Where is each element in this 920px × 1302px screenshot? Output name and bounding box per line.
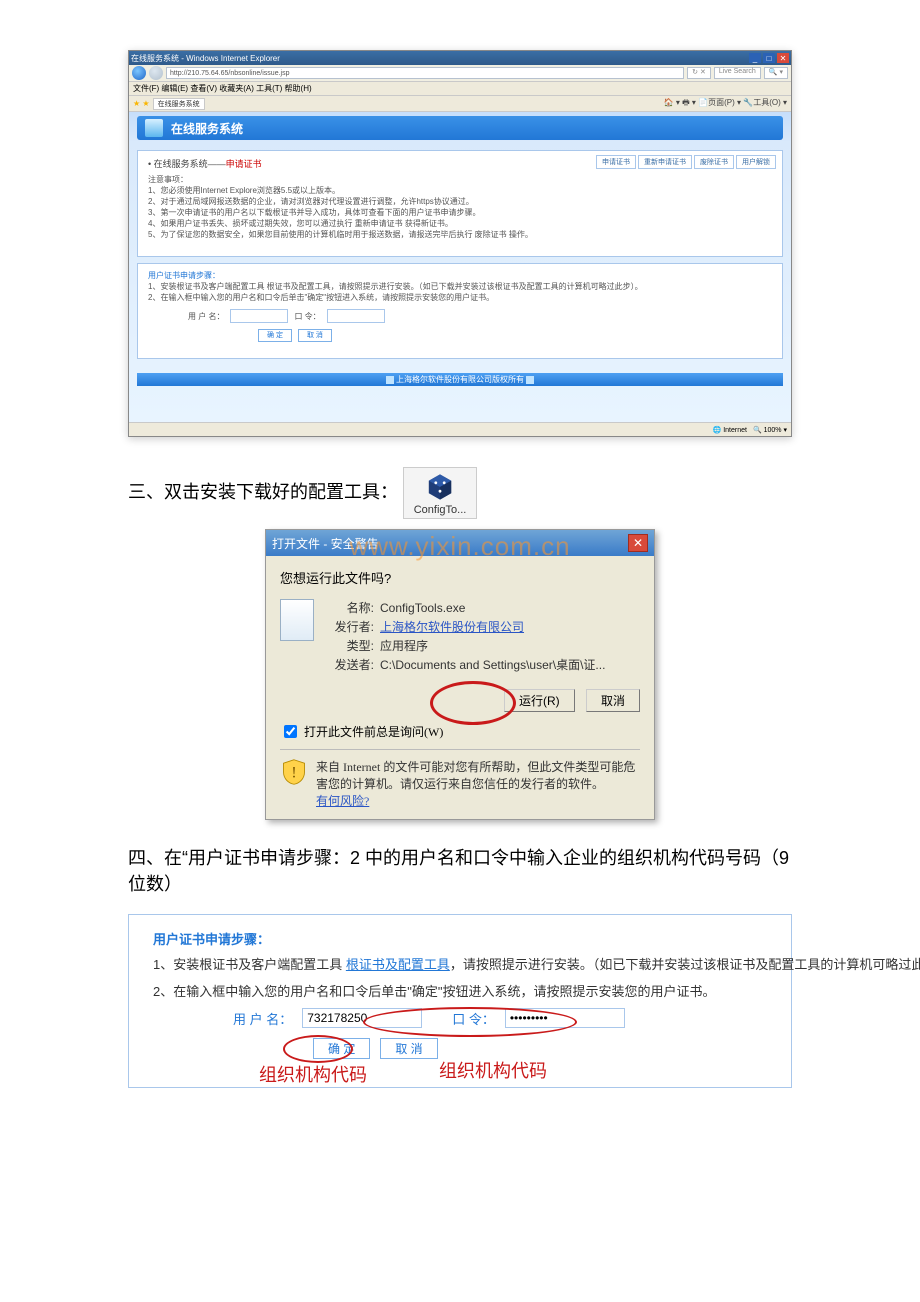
cancel-button[interactable]: 取 消 [298, 329, 332, 342]
config-tool-shortcut[interactable]: ConfigTo... [403, 467, 477, 519]
root-cert-link[interactable]: 根证书及配置工具 [346, 957, 450, 972]
minimize-button[interactable]: _ [749, 53, 761, 63]
zoom-indicator[interactable]: 🔍 100% ▾ [753, 426, 787, 434]
notice-item: 3、第一次申请证书的用户名以下载根证书并导入成功，具体可查看下面的用户证书申请步… [148, 207, 772, 218]
security-warning-dialog: 打开文件 - 安全警告 ✕ 您想运行此文件吗? 名称: ConfigTools.e… [265, 529, 655, 820]
go-refresh[interactable]: ↻ ✕ [687, 67, 711, 79]
steps-panel: 用户证书申请步骤： 1、安装根证书及客户端配置工具 根证书及配置工具，请按照提示… [137, 263, 783, 359]
shortcut-label: ConfigTo... [414, 504, 467, 516]
cert-tabs: 申请证书 重新申请证书 废除证书 用户解锁 [596, 155, 776, 169]
step-item: 2、在输入框中输入您的用户名和口令后单击"确定"按钮进入系统，请按照提示安装您的… [153, 981, 767, 1000]
page-content: 在线服务系统 申请证书 重新申请证书 废除证书 用户解锁 • 在线服务系统——申… [129, 112, 791, 422]
issuer-link[interactable]: 上海格尔软件股份有限公司 [380, 620, 524, 634]
step-item: 1、安装根证书及客户端配置工具 根证书及配置工具，请按照提示进行安装。（如已下载… [148, 281, 772, 292]
password-input[interactable] [327, 309, 385, 323]
notice-item: 1、您必须使用Internet Explore浏览器5.5或以上版本。 [148, 185, 772, 196]
tab-apply[interactable]: 申请证书 [596, 155, 636, 169]
risk-link[interactable]: 有何风险? [316, 794, 369, 808]
favorites-bar: ★ ★ 在线服务系统 🏠 ▾ 🖶 ▾ 📄页面(P) ▾ 🔧工具(O) ▾ [129, 96, 791, 112]
system-logo-icon [145, 119, 163, 137]
always-ask-input[interactable] [284, 725, 297, 738]
username-input[interactable] [302, 1008, 422, 1028]
address-input[interactable]: http://210.75.64.65/nbsonline/issue.jsp [166, 67, 684, 79]
annotation-orgcode: 组织机构代码 [259, 1061, 367, 1087]
run-button[interactable]: 运行(R) [504, 689, 575, 712]
notice-item: 5、为了保证您的数据安全，如果您目前使用的计算机临时用于报送数据，请报送完毕后执… [148, 229, 772, 240]
warning-text: 来自 Internet 的文件可能对您有所帮助，但此文件类型可能危害您的计算机。… [316, 758, 640, 809]
notice-item: 2、对于通过局域网报送数据的企业，请对浏览器对代理设置进行调整，允许https协… [148, 196, 772, 207]
footer-strip: 上海格尔软件股份有限公司版权所有 [137, 373, 783, 386]
close-button[interactable]: ✕ [777, 53, 789, 63]
dialog-question: 您想运行此文件吗? [280, 568, 640, 587]
favorites-star-icon[interactable]: ★ ★ [133, 99, 150, 108]
password-input[interactable] [505, 1008, 625, 1028]
step-4-heading: 四、在“用户证书申请步骤：2 中的用户名和口令中输入企业的组织机构代码号码（9 … [128, 844, 792, 896]
type-label: 类型: [326, 637, 374, 654]
search-box[interactable]: Live Search [714, 67, 761, 79]
notice-panel: 申请证书 重新申请证书 废除证书 用户解锁 • 在线服务系统——申请证书 注意事… [137, 150, 783, 257]
ie-titlebar: 在线服务系统 - Windows Internet Explorer _ □ ✕ [129, 51, 791, 65]
ie-browser-window: 在线服务系统 - Windows Internet Explorer _ □ ✕… [128, 50, 792, 437]
maximize-button[interactable]: □ [763, 53, 775, 63]
menu-bar[interactable]: 文件(F) 编辑(E) 查看(V) 收藏夹(A) 工具(T) 帮助(H) [129, 82, 791, 96]
username-label: 用 户 名： [233, 1009, 292, 1028]
step-item: 2、在输入框中输入您的用户名和口令后单击"确定"按钮进入系统，请按照提示安装您的… [148, 292, 772, 303]
cancel-button[interactable]: 取 消 [380, 1038, 437, 1059]
ok-button[interactable]: 确 定 [313, 1038, 370, 1059]
ok-button[interactable]: 确 定 [258, 329, 292, 342]
system-title: 在线服务系统 [171, 120, 243, 137]
notice-item: 4、如果用户证书丢失、损坏或过期失效，您可以通过执行 重新申请证书 获得新证书。 [148, 218, 772, 229]
steps-title: 用户证书申请步骤： [148, 270, 772, 281]
tab-unlock[interactable]: 用户解锁 [736, 155, 776, 169]
svg-text:!: ! [291, 764, 296, 781]
sender-value: C:\Documents and Settings\user\桌面\证... [380, 658, 605, 672]
system-header: 在线服务系统 [137, 116, 783, 140]
password-label: 口 令： [452, 1009, 495, 1028]
always-ask-checkbox[interactable]: 打开此文件前总是询问(W) [280, 722, 640, 741]
step-3-heading: 三、双击安装下载好的配置工具： ConfigTo... [128, 467, 792, 519]
cancel-button[interactable]: 取消 [586, 689, 640, 712]
steps-panel-large: 用户证书申请步骤： 1、安装根证书及客户端配置工具 根证书及配置工具，请按照提示… [128, 914, 792, 1088]
page-tab[interactable]: 在线服务系统 [153, 98, 205, 110]
username-label: 用 户 名： [188, 311, 224, 322]
dialog-title: 打开文件 - 安全警告 [272, 535, 628, 552]
back-button[interactable] [132, 66, 146, 80]
shield-warning-icon: ! [280, 758, 308, 786]
window-title: 在线服务系统 - Windows Internet Explorer [131, 53, 747, 64]
password-label: 口 令： [294, 311, 320, 322]
name-label: 名称: [326, 599, 374, 616]
command-toolbar[interactable]: 🏠 ▾ 🖶 ▾ 📄页面(P) ▾ 🔧工具(O) ▾ [664, 97, 787, 111]
zone-indicator: 🌐 Internet [713, 426, 747, 434]
steps-title: 用户证书申请步骤： [153, 929, 767, 948]
tab-reapply[interactable]: 重新申请证书 [638, 155, 692, 169]
username-input[interactable] [230, 309, 288, 323]
step-item: 1、安装根证书及客户端配置工具 根证书及配置工具，请按照提示进行安装。（如已下载… [153, 954, 767, 973]
annotation-orgcode: 组织机构代码 [439, 1057, 547, 1083]
issuer-label: 发行者: [326, 618, 374, 635]
search-go[interactable]: 🔍 ▾ [764, 67, 788, 79]
notice-heading: 注意事项： [148, 174, 772, 185]
dialog-titlebar: 打开文件 - 安全警告 ✕ [266, 530, 654, 556]
tab-revoke[interactable]: 废除证书 [694, 155, 734, 169]
type-value: 应用程序 [380, 639, 428, 653]
dialog-close-button[interactable]: ✕ [628, 534, 648, 552]
address-bar-row: http://210.75.64.65/nbsonline/issue.jsp … [129, 65, 791, 82]
forward-button[interactable] [149, 66, 163, 80]
cube-icon [425, 472, 455, 502]
name-value: ConfigTools.exe [380, 601, 465, 615]
sender-label: 发送者: [326, 656, 374, 673]
exe-file-icon [280, 599, 314, 641]
status-bar: 🌐 Internet 🔍 100% ▾ [129, 422, 791, 436]
